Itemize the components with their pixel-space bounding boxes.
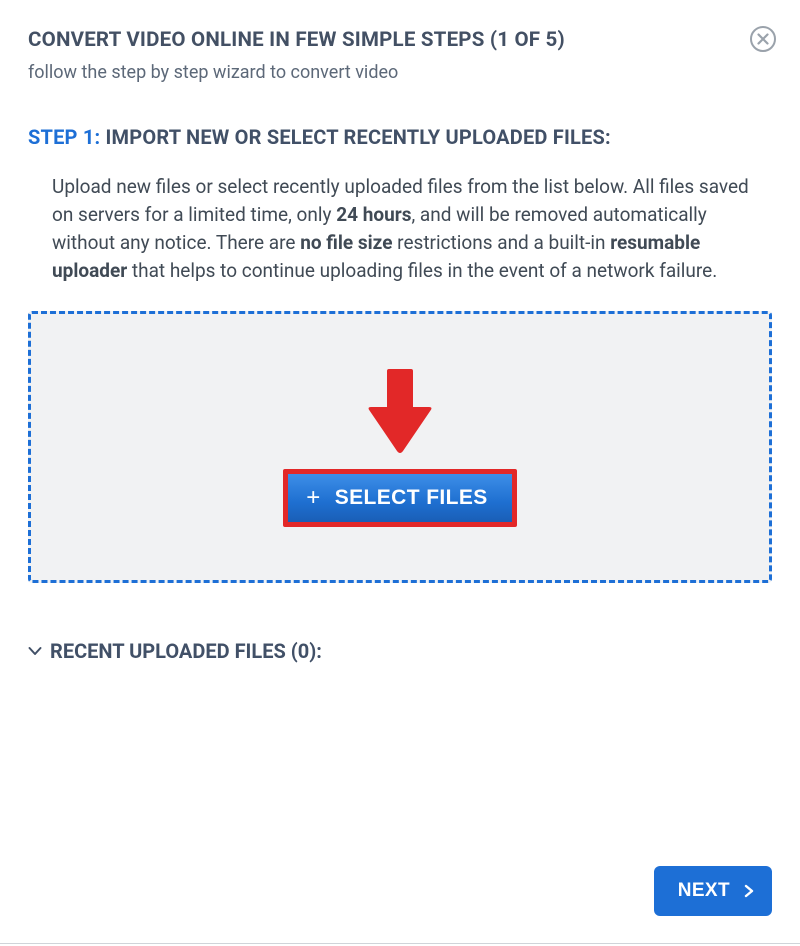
chevron-right-icon xyxy=(744,884,754,898)
next-label: NEXT xyxy=(678,880,730,902)
select-files-label: SELECT FILES xyxy=(335,486,488,510)
desc-bold-nosize: no file size xyxy=(300,231,392,254)
recent-files-label: RECENT UPLOADED FILES (0): xyxy=(50,639,322,663)
desc-text: restrictions and a built-in xyxy=(392,231,610,254)
plus-icon: + xyxy=(306,486,320,510)
select-files-highlight: + SELECT FILES xyxy=(283,469,516,527)
next-button[interactable]: NEXT xyxy=(654,866,772,916)
step-description: Upload new files or select recently uplo… xyxy=(52,173,772,285)
recent-files-toggle[interactable]: RECENT UPLOADED FILES (0): xyxy=(28,639,772,663)
upload-dropzone[interactable]: + SELECT FILES xyxy=(28,311,772,583)
close-icon xyxy=(757,33,769,45)
desc-bold-hours: 24 hours xyxy=(336,203,411,226)
footer-divider xyxy=(0,943,800,944)
step-number: STEP 1: xyxy=(28,125,100,149)
close-button[interactable] xyxy=(750,26,776,52)
down-arrow-icon xyxy=(367,367,433,459)
step-title: IMPORT NEW OR SELECT RECENTLY UPLOADED F… xyxy=(106,125,611,149)
chevron-down-icon xyxy=(28,646,42,656)
select-files-button[interactable]: + SELECT FILES xyxy=(288,474,511,522)
step-heading: STEP 1: IMPORT NEW OR SELECT RECENTLY UP… xyxy=(28,125,772,149)
page-subtitle: follow the step by step wizard to conver… xyxy=(28,62,772,83)
page-title: CONVERT VIDEO ONLINE IN FEW SIMPLE STEPS… xyxy=(28,28,772,52)
desc-text: that helps to continue uploading files i… xyxy=(127,259,717,282)
